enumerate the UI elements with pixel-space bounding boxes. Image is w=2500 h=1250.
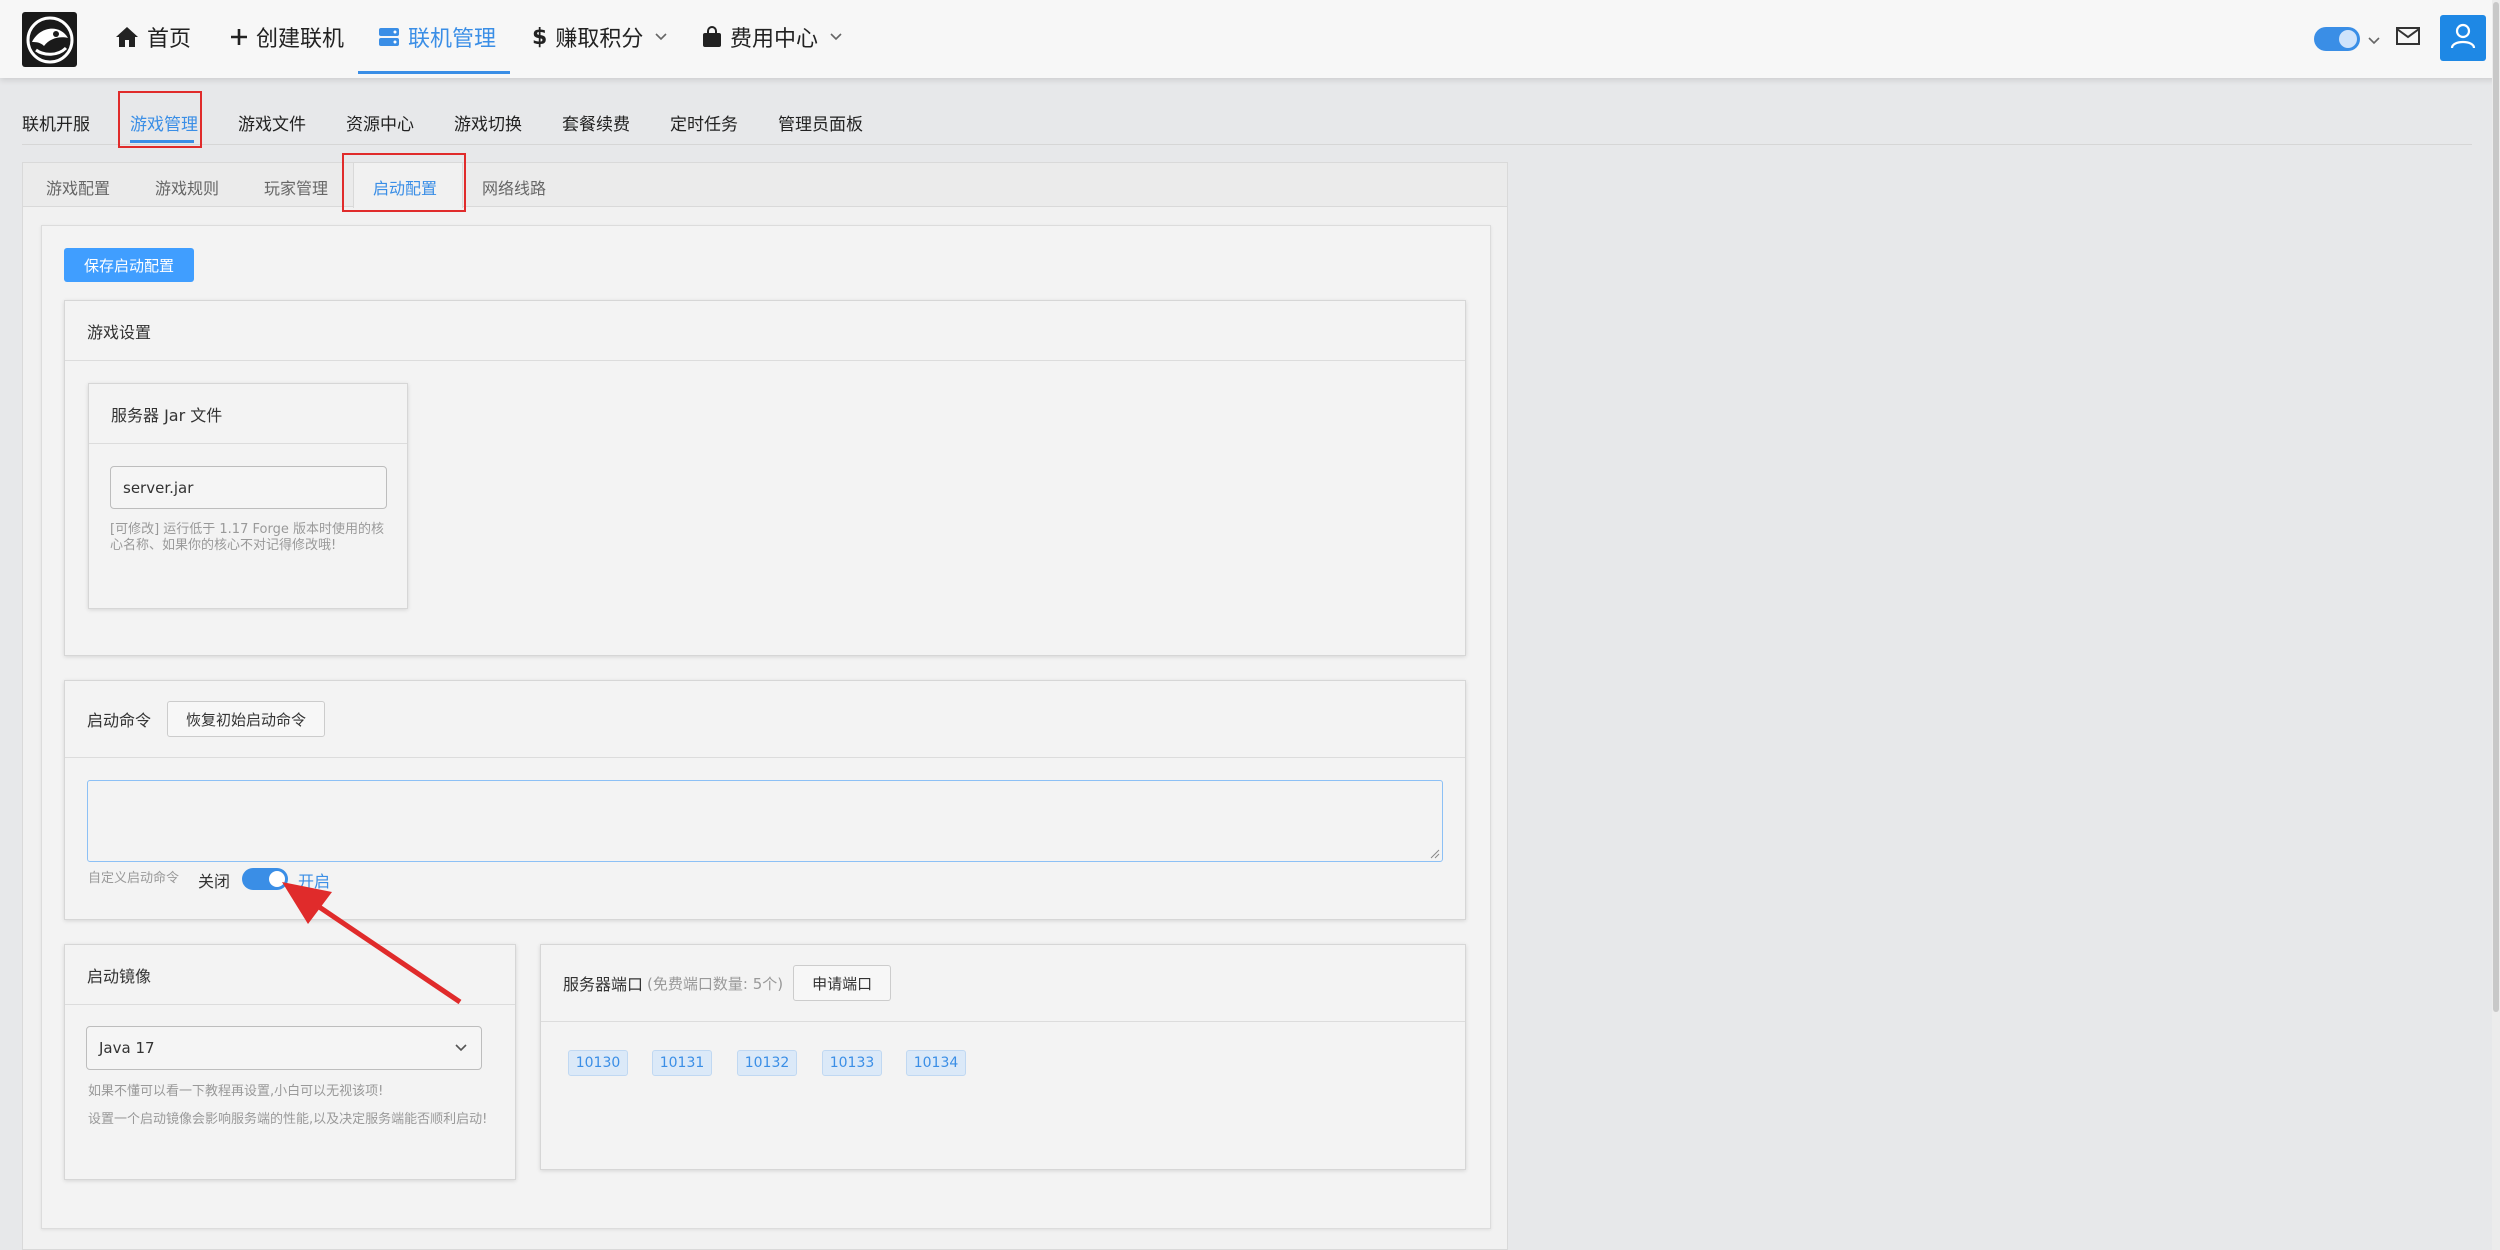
nav-create[interactable]: 创建联机	[230, 0, 344, 74]
dollar-icon: $	[532, 24, 548, 50]
nav-create-label: 创建联机	[256, 27, 345, 52]
chevron-down-icon	[455, 1044, 467, 1052]
nav-fees-label: 费用中心	[730, 27, 819, 52]
launch-image-value: Java 17	[99, 1039, 155, 1057]
home-icon	[115, 26, 139, 48]
chevron-down-icon	[655, 33, 667, 41]
tab-network-route[interactable]: 网络线路	[482, 175, 546, 199]
subnav-game-files[interactable]: 游戏文件	[238, 110, 306, 135]
port-tag: 10130	[568, 1050, 628, 1076]
switch-off-label: 关闭	[198, 872, 231, 891]
user-icon	[2449, 22, 2477, 54]
free-ports-count: (免费端口数量: 5个)	[647, 974, 784, 993]
theme-toggle-knob	[2339, 30, 2357, 48]
jar-file-hint: [可修改] 运行低于 1.17 Forge 版本时使用的核心名称、如果你的核心不…	[110, 522, 384, 553]
port-tag: 10133	[822, 1050, 882, 1076]
nav-active-indicator	[358, 71, 510, 74]
annotation-box-launch-config	[342, 153, 466, 212]
launch-image-hint-1: 如果不懂可以看一下教程再设置,小白可以无视该项!	[88, 1084, 384, 1099]
mail-icon[interactable]	[2396, 26, 2420, 50]
page-scrollbar[interactable]	[2492, 0, 2500, 1250]
server-ports-header: 服务器端口 (免费端口数量: 5个) 申请端口	[541, 945, 1465, 1022]
subnav-divider	[22, 144, 2472, 145]
port-tag: 10134	[906, 1050, 966, 1076]
nav-manage[interactable]: 联机管理	[378, 0, 496, 74]
reset-launch-command-button[interactable]: 恢复初始启动命令	[167, 701, 326, 737]
apply-port-button[interactable]: 申请端口	[793, 965, 892, 1001]
user-avatar-button[interactable]	[2440, 15, 2486, 61]
port-tag: 10131	[652, 1050, 712, 1076]
annotation-arrow-icon	[282, 882, 462, 1005]
nav-manage-label: 联机管理	[408, 27, 497, 52]
nav-earn-label: 赚取积分	[555, 27, 644, 52]
launch-command-title: 启动命令	[87, 711, 152, 730]
annotation-box-game-manage	[118, 91, 202, 148]
custom-command-label: 自定义启动命令	[88, 871, 180, 886]
game-settings-title: 游戏设置	[65, 301, 1465, 361]
server-icon	[378, 27, 400, 47]
tab-game-rules[interactable]: 游戏规则	[155, 175, 219, 199]
launch-command-header: 启动命令 恢复初始启动命令	[65, 681, 1465, 758]
jar-file-input[interactable]: server.jar	[110, 466, 387, 509]
nav-home-label: 首页	[147, 27, 192, 52]
subnav-resources[interactable]: 资源中心	[346, 110, 414, 135]
tab-game-config[interactable]: 游戏配置	[46, 175, 110, 199]
subnav-admin-panel[interactable]: 管理员面板	[778, 110, 863, 135]
launch-image-hint-2: 设置一个启动镜像会影响服务端的性能,以及决定服务端能否顺利启动!	[88, 1112, 488, 1127]
subnav-scheduled-tasks[interactable]: 定时任务	[670, 110, 738, 135]
plus-icon	[230, 28, 248, 46]
jar-file-title: 服务器 Jar 文件	[89, 384, 407, 444]
tab-player-manage[interactable]: 玩家管理	[264, 175, 328, 199]
chevron-down-icon[interactable]	[2368, 30, 2380, 49]
resize-handle-icon[interactable]	[1430, 849, 1440, 859]
tabs-header: 游戏配置 游戏规则 玩家管理 启动配置 网络线路	[23, 163, 1507, 208]
subnav-server-open[interactable]: 联机开服	[22, 110, 90, 135]
subnav-renew[interactable]: 套餐续费	[562, 110, 630, 135]
server-ports-title: 服务器端口	[563, 975, 644, 994]
launch-command-textarea[interactable]	[87, 780, 1443, 862]
launch-image-select[interactable]: Java 17	[86, 1026, 482, 1070]
save-launch-config-button[interactable]: 保存启动配置	[64, 248, 194, 282]
theme-toggle[interactable]	[2314, 27, 2360, 51]
shopping-bag-icon	[702, 26, 722, 48]
nav-earn[interactable]: $ 赚取积分	[532, 0, 667, 74]
port-tag: 10132	[737, 1050, 797, 1076]
top-navbar: 首页 创建联机 联机管理 $ 赚取积分 费用中心	[0, 0, 2500, 78]
subnav-game-switch[interactable]: 游戏切换	[454, 110, 522, 135]
scrollbar-thumb[interactable]	[2493, 2, 2499, 1012]
nav-home[interactable]: 首页	[115, 0, 191, 74]
chevron-down-icon	[830, 33, 842, 41]
nav-fees[interactable]: 费用中心	[702, 0, 842, 74]
logo-icon[interactable]	[22, 12, 77, 67]
